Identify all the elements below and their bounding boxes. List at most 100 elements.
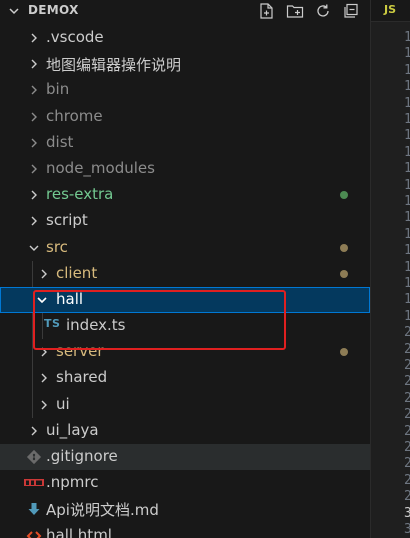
tree-item-api-docs[interactable]: Api说明文档.md: [0, 496, 370, 522]
tree-item-label: ui: [56, 394, 70, 413]
tree-item-label: .gitignore: [46, 447, 118, 465]
tree-item-shared[interactable]: shared: [0, 365, 370, 392]
chevron-down-icon[interactable]: [8, 5, 20, 17]
explorer-title: DEMOX: [28, 3, 79, 17]
line-number: 2: [404, 407, 410, 422]
tree-item-res-extra[interactable]: res-extra: [0, 182, 370, 208]
line-number: 1: [404, 292, 410, 307]
modified-dot: [340, 348, 348, 357]
modified-dot: [340, 269, 348, 278]
refresh-button[interactable]: [312, 2, 334, 20]
new-file-button[interactable]: [256, 2, 278, 20]
refresh-icon: [317, 4, 329, 17]
line-number: 2: [404, 374, 410, 389]
indent-guide: [32, 313, 33, 340]
chevron-right-icon: [31, 33, 37, 43]
chevron-right-icon: [31, 426, 37, 436]
line-number: 3: [404, 522, 410, 537]
tree-item-label: dist: [46, 132, 74, 151]
html-icon: [26, 530, 42, 538]
line-number: 1: [404, 63, 410, 78]
chevron-right-icon: [31, 85, 37, 95]
tree-item-client[interactable]: client: [0, 260, 370, 287]
chevron-right-icon: [31, 112, 37, 122]
line-number: 1: [404, 178, 410, 193]
tree-item-map-editor-docs[interactable]: 地图编辑器操作说明: [0, 51, 370, 77]
tree-item-hall[interactable]: hall: [0, 286, 370, 314]
tree-item-label: src: [46, 237, 68, 256]
line-number: 1: [404, 145, 410, 160]
editor-tab[interactable]: JS: [371, 0, 410, 22]
tree-item-label: .vscode: [46, 28, 104, 46]
line-number: 2: [404, 391, 410, 406]
tree-item-label: shared: [56, 368, 108, 387]
tree-item-label: .npmrc: [46, 473, 99, 492]
npm-icon: [24, 479, 44, 487]
tree-item-label: 地图编辑器操作说明: [46, 56, 182, 75]
tree-item-label: res-extra: [46, 185, 114, 204]
line-number: 2: [404, 424, 410, 439]
git-icon: [26, 449, 42, 465]
tree-item-label: hall.html: [46, 525, 112, 538]
tree-item-index-ts[interactable]: TS index.ts: [0, 313, 370, 340]
tree-item-label: ui_laya: [46, 420, 99, 439]
chevron-right-icon: [31, 138, 37, 148]
chevron-right-icon: [41, 400, 47, 410]
tree-item-label: client: [56, 263, 98, 282]
new-folder-icon: [286, 5, 304, 18]
line-number: 2: [404, 489, 410, 504]
chevron-right-icon: [31, 164, 37, 174]
file-tree: .vscode 地图编辑器操作说明 bin chrome dist node_m…: [0, 25, 370, 538]
line-number: 1: [404, 309, 410, 324]
line-number: 1: [404, 46, 410, 61]
modified-dot: [340, 243, 348, 252]
line-number: 1: [404, 79, 410, 94]
line-number: 2: [404, 342, 410, 357]
editor-line-gutter: JS 1111111111111111112222222222233: [370, 0, 410, 538]
javascript-icon: JS: [384, 3, 397, 16]
line-number: 2: [404, 440, 410, 455]
tree-item-hall-html[interactable]: hall.html: [0, 523, 370, 538]
tree-item-dist[interactable]: dist: [0, 130, 370, 156]
tree-item-label: Api说明文档.md: [46, 501, 159, 520]
indent-guide: [42, 313, 43, 340]
explorer-actions: [256, 2, 362, 20]
markdown-arrow-icon: [28, 503, 40, 516]
tree-item-ui-laya[interactable]: ui_laya: [0, 418, 370, 444]
chevron-down-icon: [37, 297, 47, 304]
collapse-all-icon: [344, 3, 358, 18]
typescript-icon: TS: [44, 317, 61, 331]
line-number: 1: [404, 30, 410, 45]
line-number: 1: [404, 210, 410, 225]
tree-item-ui[interactable]: ui: [0, 391, 370, 418]
tree-item-npmrc[interactable]: .npmrc: [0, 470, 370, 496]
tree-item-label: node_modules: [46, 158, 155, 177]
explorer-panel: DEMOX .vscode 地图编辑器操作说明 bin chrome dist …: [0, 0, 370, 538]
tree-item-bin[interactable]: bin: [0, 77, 370, 103]
indent-guide: [32, 339, 33, 366]
tree-item-script[interactable]: script: [0, 208, 370, 234]
tree-item-src[interactable]: src: [0, 235, 370, 261]
tree-item-node-modules[interactable]: node_modules: [0, 156, 370, 182]
line-number: 1: [404, 112, 410, 127]
line-number: 3: [404, 506, 410, 521]
tree-item-gitignore[interactable]: .gitignore: [0, 444, 370, 471]
line-number: 2: [404, 325, 410, 340]
tree-item-server[interactable]: server: [0, 339, 370, 366]
collapse-all-button[interactable]: [340, 2, 362, 20]
line-number: 1: [404, 194, 410, 209]
new-folder-button[interactable]: [284, 2, 306, 20]
tree-item-label: hall: [56, 289, 84, 308]
tree-item-label: server: [56, 342, 104, 361]
tree-item-chrome[interactable]: chrome: [0, 104, 370, 130]
indent-guide: [32, 365, 33, 392]
indent-guide: [32, 260, 33, 287]
tree-item-vscode[interactable]: .vscode: [0, 25, 370, 51]
explorer-header[interactable]: DEMOX: [0, 0, 370, 22]
tree-item-label: index.ts: [66, 316, 126, 335]
line-number: 2: [404, 358, 410, 373]
chevron-right-icon: [41, 269, 47, 279]
indent-guide: [32, 391, 33, 418]
tree-item-label: chrome: [46, 106, 103, 125]
new-file-icon: [260, 3, 273, 19]
